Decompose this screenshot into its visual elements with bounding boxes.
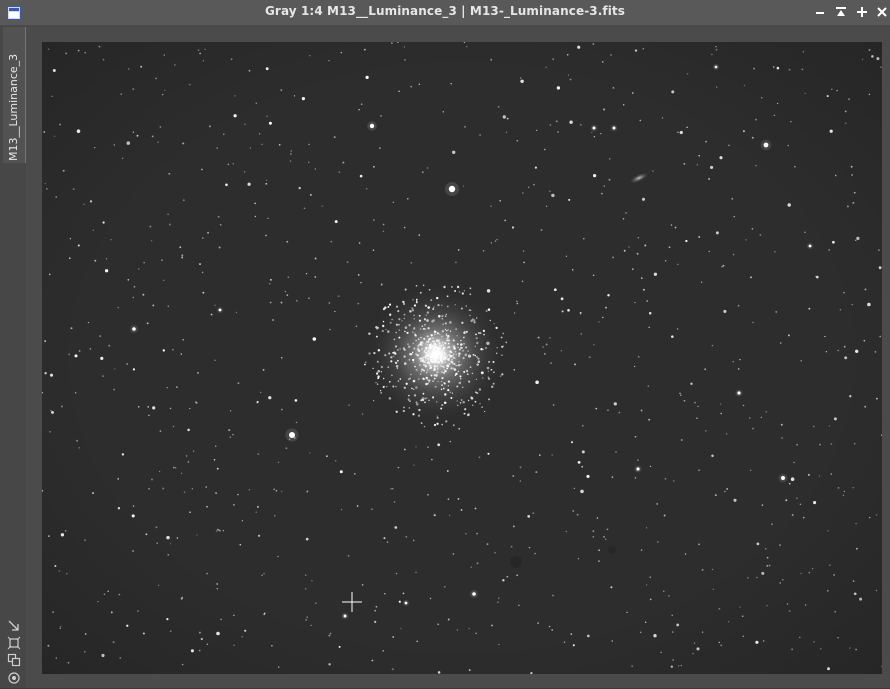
star-field (42, 42, 882, 674)
image-window: Gray 1:4 M13__Luminance_3 | M13-_Luminan… (0, 0, 890, 688)
view-tab-label: M13__Luminance_3 (7, 53, 20, 161)
minimize-icon[interactable] (812, 4, 828, 20)
fit-view-icon[interactable] (7, 618, 21, 632)
window-title: Gray 1:4 M13__Luminance_3 | M13-_Luminan… (264, 4, 625, 18)
settings-icon[interactable] (7, 670, 21, 684)
clone-view-icon[interactable] (7, 652, 21, 667)
close-icon[interactable] (874, 4, 890, 20)
astro-image[interactable] (42, 42, 882, 674)
zoom-fit-icon[interactable] (7, 635, 21, 650)
shade-icon[interactable] (833, 4, 849, 20)
maximize-icon[interactable] (854, 4, 870, 20)
view-side-panel: M13__Luminance_3 (0, 26, 27, 688)
image-area[interactable] (26, 26, 890, 688)
title-bar[interactable]: Gray 1:4 M13__Luminance_3 | M13-_Luminan… (0, 0, 890, 26)
view-tab[interactable]: M13__Luminance_3 (3, 27, 27, 163)
